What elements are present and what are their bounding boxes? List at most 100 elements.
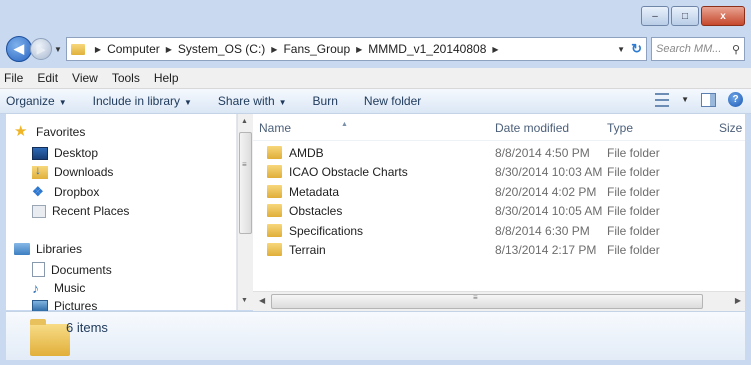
scrollbar-thumb[interactable] <box>271 294 703 309</box>
search-input[interactable]: Search MM... ⚲ <box>651 37 745 61</box>
share-with-button[interactable]: Share with ▼ <box>218 94 287 108</box>
folder-icon <box>267 204 282 217</box>
preview-pane-icon[interactable] <box>701 92 716 107</box>
share-with-label: Share with <box>217 94 275 108</box>
menu-bar: File Edit View Tools Help <box>0 68 751 89</box>
address-dropdown-icon[interactable]: ▼ <box>617 45 625 54</box>
menu-help[interactable]: Help <box>154 71 179 85</box>
column-size[interactable]: Size <box>719 121 742 135</box>
nav-item-label: Desktop <box>54 146 99 160</box>
chevron-right-icon[interactable]: ▶ <box>356 45 362 54</box>
menu-edit[interactable]: Edit <box>37 71 58 85</box>
organize-button[interactable]: Organize ▼ <box>6 94 67 108</box>
column-name[interactable]: Name <box>259 121 291 135</box>
menu-view[interactable]: View <box>72 71 98 85</box>
file-type: File folder <box>607 224 660 238</box>
folder-icon <box>267 243 282 256</box>
change-view-icon[interactable] <box>655 92 670 107</box>
scroll-up-icon[interactable]: ▲ <box>241 118 248 125</box>
breadcrumb-drive[interactable]: System_OS (C:) <box>178 42 265 56</box>
nav-item-dropbox[interactable]: ❖ Dropbox <box>32 184 99 200</box>
chevron-right-icon[interactable]: ▶ <box>492 45 498 54</box>
search-icon[interactable]: ⚲ <box>732 43 740 56</box>
favorites-label: Favorites <box>36 125 86 139</box>
file-list-horizontal-scrollbar[interactable]: ◀ ≡ ▶ <box>253 291 745 311</box>
close-button[interactable]: x <box>701 6 745 26</box>
nav-item-recent-places[interactable]: Recent Places <box>32 204 129 218</box>
chevron-down-icon: ▼ <box>278 98 287 107</box>
include-in-library-label: Include in library <box>92 94 180 108</box>
nav-favorites[interactable]: ★ Favorites <box>14 124 85 140</box>
back-arrow-icon: ◀ <box>14 41 24 56</box>
explorer-window: – □ x ◀ ▶ ▼ ▶ Computer ▶ System_OS (C:) … <box>0 0 751 365</box>
menu-file[interactable]: File <box>4 71 23 85</box>
nav-item-music[interactable]: ♪ Music <box>32 280 85 296</box>
folder-icon <box>30 319 70 356</box>
file-type: File folder <box>607 146 660 160</box>
address-bar[interactable]: ▶ Computer ▶ System_OS (C:) ▶ Fans_Group… <box>65 37 647 61</box>
window-controls: – □ x <box>641 6 745 26</box>
file-name: Metadata <box>289 185 340 199</box>
minimize-button[interactable]: – <box>641 6 669 26</box>
file-row[interactable]: Metadata 8/20/2014 4:02 PM File folder <box>253 182 745 201</box>
breadcrumb-current-folder[interactable]: MMMD_v1_20140808 <box>368 42 486 56</box>
navigation-pane-scrollbar[interactable]: ▲ ≡ ▼ <box>237 114 253 310</box>
music-icon: ♪ <box>32 280 39 296</box>
chevron-right-icon[interactable]: ▶ <box>271 45 277 54</box>
scroll-down-icon[interactable]: ▼ <box>241 297 248 304</box>
column-type[interactable]: Type <box>607 121 633 135</box>
nav-item-desktop[interactable]: Desktop <box>32 146 98 160</box>
file-type: File folder <box>607 185 660 199</box>
refresh-icon[interactable]: ↻ <box>631 41 642 57</box>
recent-pages-dropdown-icon[interactable]: ▼ <box>54 45 62 54</box>
libraries-label: Libraries <box>36 242 83 256</box>
nav-item-label: Music <box>54 281 86 295</box>
downloads-icon <box>32 163 48 179</box>
nav-item-label: Dropbox <box>54 185 100 199</box>
nav-item-label: Recent Places <box>52 204 130 218</box>
file-row[interactable]: Terrain 8/13/2014 2:17 PM File folder <box>253 240 745 259</box>
file-name: Terrain <box>289 243 326 257</box>
file-list: ▲ Name Date modified Type Size AMDB 8/8/… <box>253 114 745 291</box>
new-folder-button[interactable]: New folder <box>364 94 421 108</box>
chevron-down-icon: ▼ <box>58 98 67 107</box>
breadcrumb-computer[interactable]: Computer <box>107 42 160 56</box>
forward-button[interactable]: ▶ <box>30 38 52 60</box>
column-date-modified[interactable]: Date modified <box>495 121 569 135</box>
details-pane: 6 items <box>6 311 745 360</box>
scroll-left-icon[interactable]: ◀ <box>259 296 265 305</box>
view-controls: ▼ ? <box>655 92 743 107</box>
file-row[interactable]: ICAO Obstacle Charts 8/30/2014 10:03 AM … <box>253 162 745 181</box>
nav-libraries[interactable]: Libraries <box>14 242 82 256</box>
burn-button[interactable]: Burn <box>313 94 338 108</box>
nav-item-downloads[interactable]: Downloads <box>32 163 114 179</box>
back-button[interactable]: ◀ <box>6 36 32 62</box>
chevron-right-icon[interactable]: ▶ <box>166 45 172 54</box>
file-date: 8/13/2014 2:17 PM <box>495 243 597 257</box>
file-name: Specifications <box>289 224 364 238</box>
file-type: File folder <box>607 165 660 179</box>
chevron-right-icon[interactable]: ▶ <box>95 45 101 54</box>
maximize-button[interactable]: □ <box>671 6 699 26</box>
recent-places-icon <box>32 204 46 218</box>
scrollbar-grip-icon: ≡ <box>242 160 247 169</box>
file-date: 8/8/2014 6:30 PM <box>495 224 590 238</box>
include-in-library-button[interactable]: Include in library ▼ <box>93 94 192 108</box>
menu-tools[interactable]: Tools <box>112 71 140 85</box>
search-placeholder: Search MM... <box>656 43 722 55</box>
chevron-down-icon[interactable]: ▼ <box>681 95 689 104</box>
file-date: 8/30/2014 10:05 AM <box>495 204 603 218</box>
scroll-right-icon[interactable]: ▶ <box>735 296 741 305</box>
file-row[interactable]: Obstacles 8/30/2014 10:05 AM File folder <box>253 201 745 220</box>
file-row[interactable]: AMDB 8/8/2014 4:50 PM File folder <box>253 143 745 162</box>
file-date: 8/30/2014 10:03 AM <box>495 165 603 179</box>
nav-item-documents[interactable]: Documents <box>32 262 112 277</box>
scrollbar-thumb[interactable] <box>239 132 252 234</box>
folder-icon <box>267 146 282 159</box>
help-icon[interactable]: ? <box>728 92 743 107</box>
folder-icon <box>70 43 85 55</box>
file-name: Obstacles <box>289 204 343 218</box>
nav-item-label: Downloads <box>54 165 114 179</box>
breadcrumb-fans-group[interactable]: Fans_Group <box>283 42 350 56</box>
file-row[interactable]: Specifications 8/8/2014 6:30 PM File fol… <box>253 221 745 240</box>
